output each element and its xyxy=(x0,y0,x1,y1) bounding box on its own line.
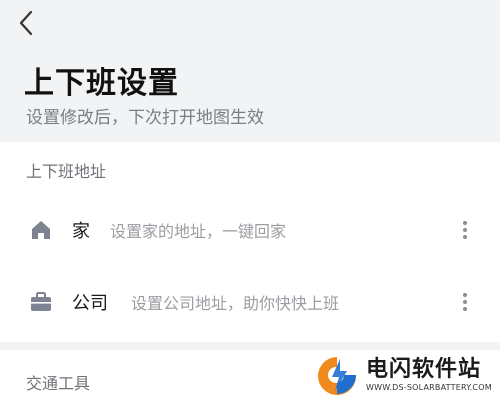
watermark-title: 电闪软件站 xyxy=(366,357,482,382)
more-dot-icon xyxy=(463,307,467,311)
home-address-row[interactable]: 家 设置家的地址，一键回家 xyxy=(0,206,500,254)
company-address-row[interactable]: 公司 设置公司地址，助你快快上班 xyxy=(0,278,500,326)
page-subtitle: 设置修改后，下次打开地图生效 xyxy=(26,108,264,128)
company-more-button[interactable] xyxy=(455,287,475,317)
page-header: 上下班设置 设置修改后，下次打开地图生效 xyxy=(0,0,500,140)
company-label: 公司 xyxy=(72,293,108,314)
page-title: 上下班设置 xyxy=(24,66,179,101)
home-hint: 设置家的地址，一键回家 xyxy=(110,222,287,241)
more-dot-icon xyxy=(463,235,467,239)
briefcase-icon xyxy=(31,292,51,311)
home-icon xyxy=(32,221,50,239)
watermark-url: WWW.DS-SOLARBATTERY.COM xyxy=(366,383,492,392)
company-hint: 设置公司地址，助你快快上班 xyxy=(131,294,340,313)
watermark-logo: 电闪软件站 WWW.DS-SOLARBATTERY.COM xyxy=(314,350,500,400)
more-dot-icon xyxy=(463,300,467,304)
more-dot-icon xyxy=(463,228,467,232)
section-label-address: 上下班地址 xyxy=(26,162,107,181)
chevron-left-icon xyxy=(19,10,33,36)
commute-address-card: 上下班地址 家 设置家的地址，一键回家 公司 设置公司地址，助你快快上班 xyxy=(0,142,500,342)
back-button[interactable] xyxy=(12,8,40,38)
more-dot-icon xyxy=(463,221,467,225)
section-label-transport: 交通工具 xyxy=(26,374,91,393)
lightning-logo-icon xyxy=(318,357,357,395)
home-more-button[interactable] xyxy=(455,215,475,245)
home-label: 家 xyxy=(72,221,90,242)
more-dot-icon xyxy=(463,293,467,297)
